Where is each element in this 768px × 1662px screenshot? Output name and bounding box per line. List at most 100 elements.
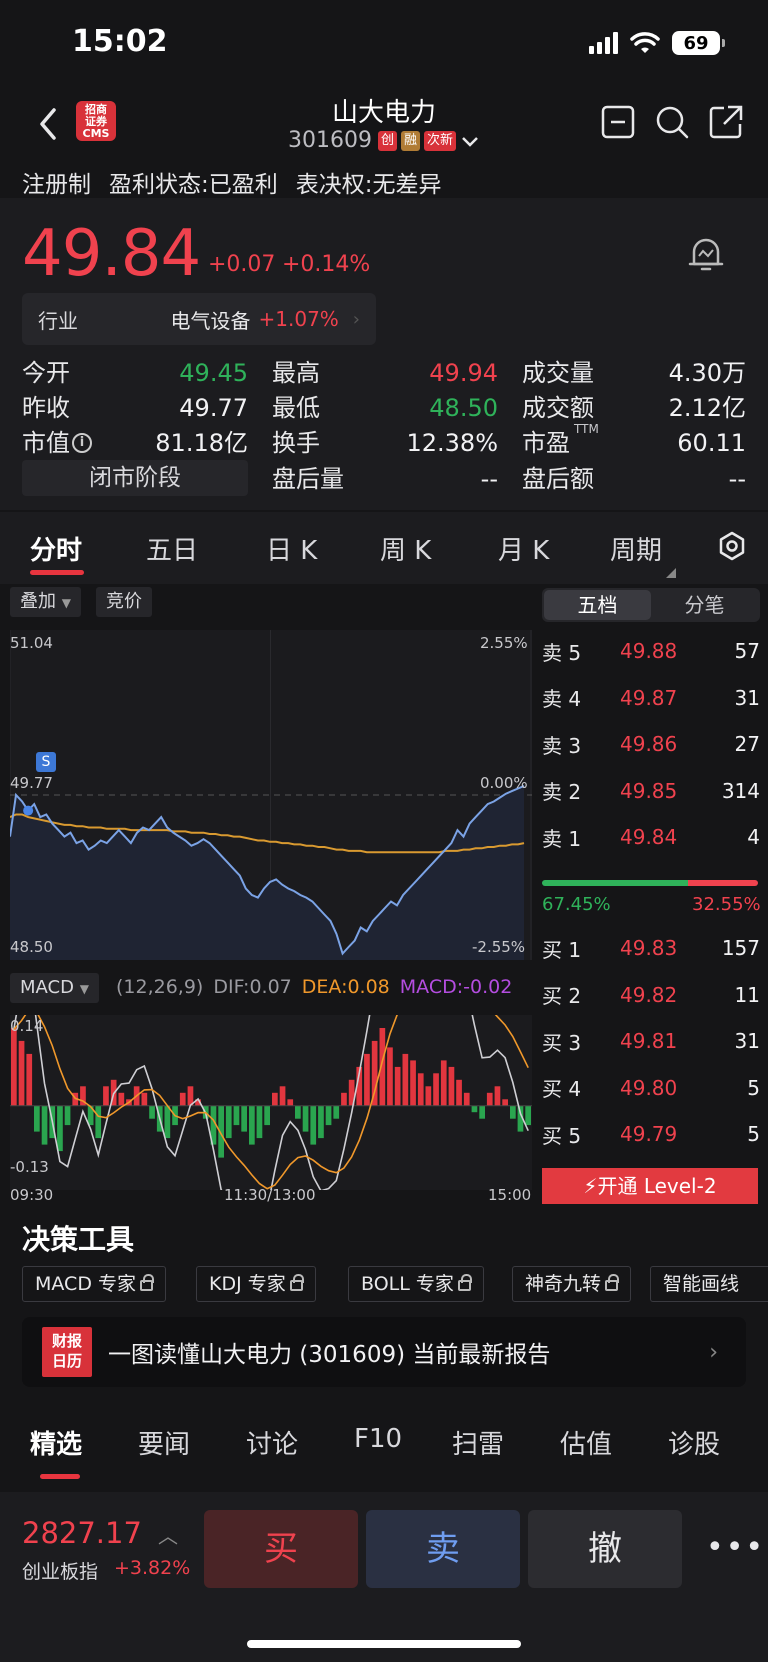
indicator-dropdown[interactable]: MACD ▼	[10, 973, 99, 1003]
info-icon[interactable]: i	[72, 433, 92, 453]
sell-level-row[interactable]: 卖 5 49.88 57	[542, 633, 760, 669]
tool-magic-nine[interactable]: 神奇九转	[512, 1266, 632, 1302]
more-options-icon[interactable]: •••	[706, 1530, 765, 1565]
news-tab-indicator	[40, 1474, 80, 1479]
stat-value: 48.50	[429, 394, 498, 422]
buy-level-row[interactable]: 买 3 49.81 31	[542, 1023, 760, 1059]
sell-level-row[interactable]: 卖 2 49.85 314	[542, 773, 760, 809]
chevron-down-icon[interactable]	[460, 133, 480, 149]
stat-value: 81.18亿	[155, 429, 248, 457]
level-label: 卖 5	[542, 640, 582, 665]
macd-bar	[26, 1053, 33, 1106]
tool-boll-expert[interactable]: BOLL 专家	[348, 1266, 484, 1302]
level-price: 49.88	[620, 639, 678, 663]
index-name: 创业板指	[22, 1561, 99, 1583]
macd-bar	[256, 1105, 263, 1139]
macd-chart[interactable]	[10, 1015, 532, 1190]
chevron-right-icon: ›	[709, 1339, 718, 1365]
macd-bar	[333, 1105, 340, 1119]
index-price[interactable]: 2827.17	[22, 1516, 142, 1550]
tool-macd-expert[interactable]: MACD 专家	[22, 1266, 166, 1302]
price-change-pct: +0.14%	[282, 252, 371, 277]
caret-down-icon: ▼	[79, 982, 89, 996]
tool-label: 智能画线	[663, 1273, 740, 1295]
buy-button[interactable]: 买	[204, 1510, 358, 1588]
minus-box-icon[interactable]	[600, 104, 636, 140]
stat-label: 最高	[272, 359, 320, 387]
tools-title: 决策工具	[22, 1223, 135, 1256]
macd-bar	[287, 1099, 294, 1106]
stat-value: 12.38%	[406, 429, 498, 457]
tab-daily-k[interactable]: 日 K	[266, 530, 317, 567]
tab-five-levels[interactable]: 五档	[544, 590, 651, 620]
macd-bar	[433, 1073, 439, 1106]
level-volume: 4	[747, 825, 760, 849]
lock-icon	[605, 1274, 620, 1291]
tab-tick-trades[interactable]: 分笔	[651, 590, 758, 620]
tool-smart-draw[interactable]: 智能画线	[650, 1266, 768, 1302]
auction-button[interactable]: 竞价	[96, 587, 152, 617]
profit-status: 盈利状态:已盈利	[109, 172, 278, 198]
level-price: 49.79	[620, 1122, 678, 1146]
macd-bar	[149, 1105, 155, 1119]
tool-label: MACD 专家	[35, 1273, 136, 1295]
news-tab-risk-scan[interactable]: 扫雷	[452, 1424, 504, 1461]
buy-level-row[interactable]: 买 1 49.83 157	[542, 930, 760, 966]
earnings-calendar-logo: 财报 日历	[42, 1327, 92, 1377]
macd-bar	[402, 1053, 409, 1106]
stock-code: 301609	[287, 128, 372, 153]
buy-level-row[interactable]: 买 5 49.79 5	[542, 1116, 760, 1152]
industry-link[interactable]: 行业 电气设备 +1.07% ›	[22, 293, 376, 345]
ask-ratio: 32.55%	[692, 894, 761, 915]
chevron-up-icon[interactable]: ︿	[158, 1520, 178, 1549]
news-tab-headlines[interactable]: 要闻	[138, 1424, 190, 1461]
sell-level-row[interactable]: 卖 1 49.84 4	[542, 819, 760, 855]
sell-button[interactable]: 卖	[366, 1510, 520, 1588]
bid-ask-ratio-bar	[542, 880, 758, 886]
bid-ratio: 67.45%	[542, 894, 611, 915]
stat-value: 60.11	[677, 429, 746, 457]
macd-bar	[410, 1060, 416, 1106]
level-label: 卖 1	[542, 826, 582, 851]
news-tab-valuation[interactable]: 估值	[560, 1424, 612, 1461]
news-tab-featured[interactable]: 精选	[30, 1424, 82, 1461]
home-indicator[interactable]	[247, 1640, 521, 1648]
news-tab-diagnosis[interactable]: 诊股	[668, 1424, 720, 1461]
open-level2-button[interactable]: ⚡开通 Level-2	[542, 1168, 758, 1204]
overlay-dropdown[interactable]: 叠加 ▼	[10, 587, 81, 617]
share-icon[interactable]	[708, 104, 744, 140]
search-icon[interactable]	[654, 104, 690, 140]
report-card[interactable]: 财报 日历 一图读懂山大电力 (301609) 当前最新报告 ›	[22, 1317, 746, 1387]
battery-icon: 69	[672, 31, 725, 55]
macd-bar	[264, 1105, 270, 1126]
buy-level-row[interactable]: 买 2 49.82 11	[542, 977, 760, 1013]
sell-level-row[interactable]: 卖 3 49.86 27	[542, 726, 760, 762]
tab-monthly-k[interactable]: 月 K	[498, 530, 549, 567]
tool-kdj-expert[interactable]: KDJ 专家	[196, 1266, 316, 1302]
macd-bar	[479, 1105, 485, 1119]
news-tab-f10[interactable]: F10	[354, 1424, 402, 1454]
tab-intraday[interactable]: 分时	[30, 530, 82, 567]
macd-bar	[318, 1105, 324, 1139]
buy-level-row[interactable]: 买 4 49.80 5	[542, 1070, 760, 1106]
price-alert-bell-icon[interactable]	[684, 232, 728, 276]
macd-bar	[295, 1105, 301, 1119]
stock-subtitle[interactable]: 301609 创 融 次新	[0, 128, 768, 153]
tab-period[interactable]: 周期	[610, 530, 662, 567]
level-volume: 31	[734, 1029, 760, 1053]
level-volume: 157	[721, 936, 760, 960]
tab-active-indicator	[30, 570, 84, 575]
cancel-order-button[interactable]: 撤	[528, 1510, 682, 1588]
tab-five-day[interactable]: 五日	[146, 530, 198, 567]
lock-icon	[289, 1274, 304, 1291]
news-tab-discussion[interactable]: 讨论	[246, 1424, 298, 1461]
settings-gear-icon[interactable]	[716, 530, 748, 562]
signal-marker[interactable]: S	[36, 752, 56, 772]
tab-weekly-k[interactable]: 周 K	[380, 530, 431, 567]
intraday-chart[interactable]	[10, 630, 532, 960]
report-text: 一图读懂山大电力 (301609) 当前最新报告	[108, 1342, 551, 1368]
macd-bar	[302, 1105, 309, 1132]
sell-level-row[interactable]: 卖 4 49.87 31	[542, 680, 760, 716]
stat-label: 成交量	[522, 359, 594, 387]
macd-bar	[440, 1060, 447, 1106]
